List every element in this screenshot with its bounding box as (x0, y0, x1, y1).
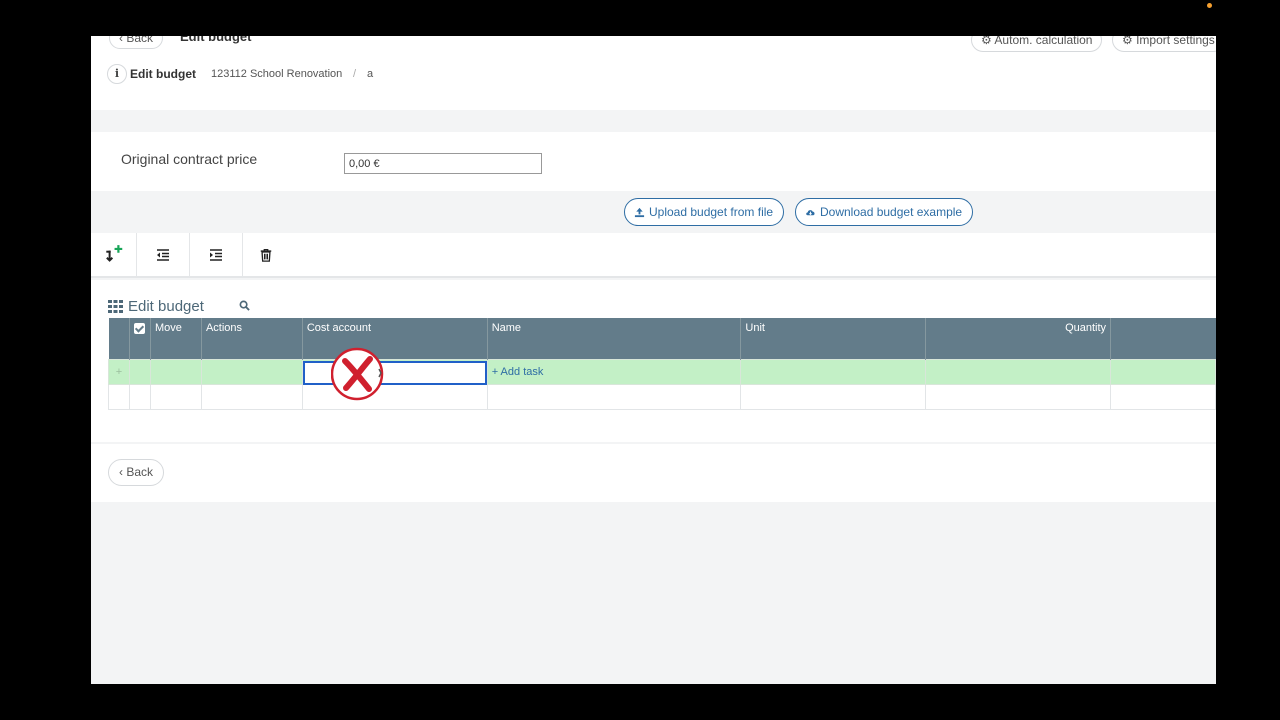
import-settings-button[interactable]: ⚙ Import settings (1112, 36, 1216, 52)
page-header: ‹ Back Edit budget ⚙ Autom. calculation … (91, 36, 1216, 110)
new-task-row: + + Add task (108, 358, 1216, 385)
breadcrumb-separator: / (353, 68, 357, 80)
row-checkbox-cell[interactable] (128, 358, 151, 385)
indent-icon (210, 248, 222, 261)
col-header-blank (108, 318, 130, 359)
footer-section: ‹ Back (91, 444, 1216, 502)
empty-cell (149, 383, 202, 410)
table-row (108, 383, 1216, 410)
col-header-quantity[interactable]: Quantity (925, 318, 1112, 359)
empty-cell (108, 383, 130, 410)
row-actions-cell[interactable] (200, 358, 303, 385)
empty-cell (925, 383, 1112, 410)
empty-cell (486, 383, 742, 410)
upload-icon (634, 207, 645, 217)
empty-cell (740, 383, 927, 410)
download-example-label: Download budget example (820, 205, 963, 219)
select-all-checkbox[interactable] (129, 318, 151, 359)
row-move-cell[interactable] (149, 358, 202, 385)
empty-cell (1110, 383, 1216, 410)
empty-cell (200, 383, 303, 410)
indent-button[interactable] (190, 233, 243, 276)
outdent-icon (157, 248, 169, 261)
upload-budget-button[interactable]: Upload budget from file (624, 198, 785, 226)
back-button[interactable]: ‹ Back (108, 459, 165, 486)
row-quantity-cell[interactable] (925, 358, 1112, 385)
add-task-link[interactable]: + Add task (492, 366, 544, 378)
empty-cell (128, 383, 151, 410)
grid-icon (108, 300, 123, 313)
col-header-extra (1110, 318, 1216, 359)
row-unit-cell[interactable] (740, 358, 927, 385)
contract-price-label: Original contract price (121, 151, 258, 167)
search-icon[interactable] (239, 300, 250, 311)
upload-budget-label: Upload budget from file (649, 205, 774, 219)
download-example-button[interactable]: Download budget example (795, 198, 974, 226)
page-title: Edit budget (180, 36, 252, 44)
col-header-unit[interactable]: Unit (740, 318, 927, 359)
delete-row-button[interactable] (243, 233, 289, 276)
cloud-download-icon (806, 209, 815, 215)
row-extra-cell[interactable] (1110, 358, 1216, 385)
insert-row-icon (105, 244, 122, 262)
breadcrumb-leaf: a (367, 68, 374, 80)
info-icon[interactable]: i (107, 64, 127, 84)
top-back-button[interactable]: ‹ Back (109, 36, 164, 49)
error-x-icon (331, 347, 384, 401)
col-header-move[interactable]: Move (150, 318, 202, 359)
table-header-row: Move Actions Cost account Name Unit Quan… (108, 318, 1216, 359)
breadcrumb-project[interactable]: 123112 School Renovation (211, 68, 342, 80)
contract-section: Original contract price (91, 132, 1216, 191)
autom-calculation-button[interactable]: ⚙ Autom. calculation (971, 36, 1103, 52)
breadcrumb-title: Edit budget (130, 67, 196, 81)
grid-title-label: Edit budget (128, 298, 204, 315)
row-name-cell[interactable]: + Add task (486, 358, 742, 385)
budget-grid-section: Edit budget Move Actions Cost account Na… (91, 280, 1216, 442)
outdent-button[interactable] (137, 233, 190, 276)
trash-icon (260, 248, 272, 262)
contract-price-input[interactable] (344, 153, 542, 174)
col-header-name[interactable]: Name (487, 318, 742, 359)
budget-table: Move Actions Cost account Name Unit Quan… (108, 318, 1216, 410)
insert-row-button[interactable] (91, 233, 137, 276)
grid-toolbar (91, 233, 1216, 278)
add-row-plus[interactable]: + (108, 358, 130, 385)
status-dot (1207, 3, 1212, 8)
col-header-actions[interactable]: Actions (201, 318, 303, 359)
grid-title: Edit budget (108, 298, 204, 315)
app-window: ‹ Back Edit budget ⚙ Autom. calculation … (91, 36, 1216, 684)
